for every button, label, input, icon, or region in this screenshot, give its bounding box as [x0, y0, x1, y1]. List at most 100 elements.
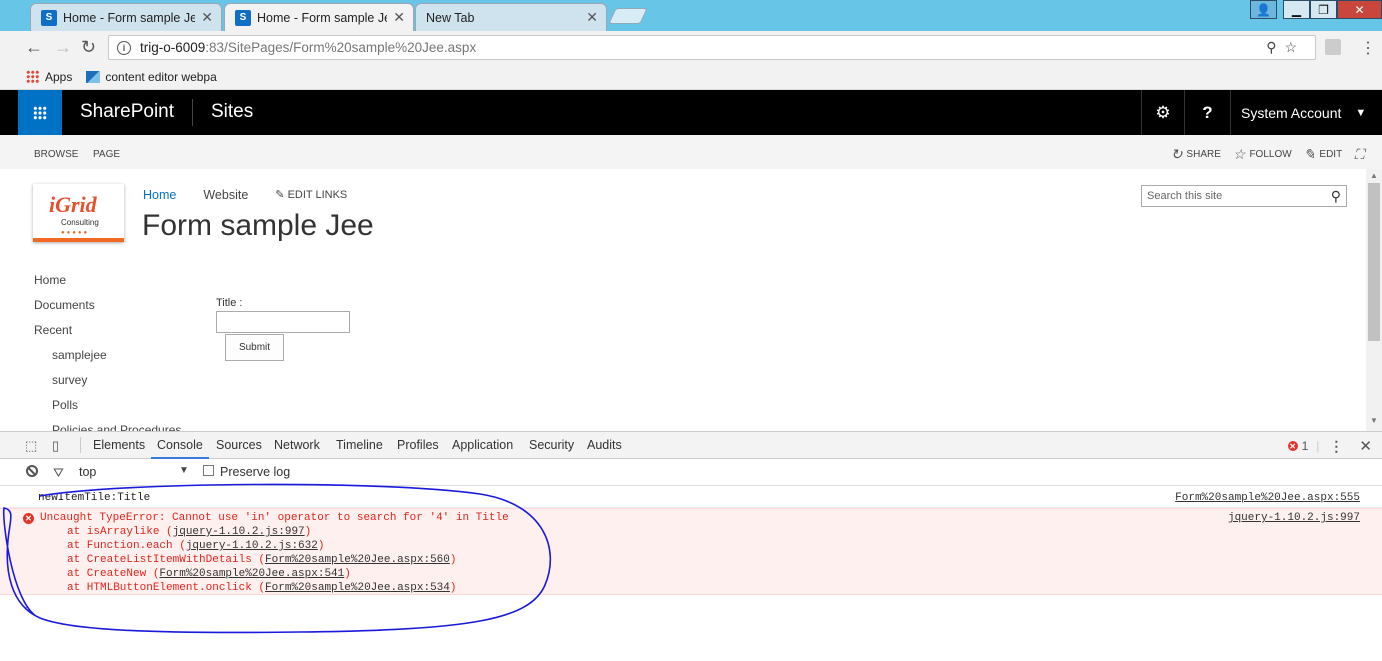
devtools-tab-sources[interactable]: Sources: [216, 438, 262, 452]
extension-icon[interactable]: [1325, 39, 1341, 55]
preserve-log-checkbox[interactable]: [203, 465, 214, 476]
topnav-website[interactable]: Website: [203, 188, 248, 202]
devtools-tab-application[interactable]: Application: [452, 438, 513, 452]
devtools-separator: [80, 437, 81, 453]
device-toolbar-icon[interactable]: ▯: [52, 438, 59, 454]
sites-link[interactable]: Sites: [211, 101, 253, 123]
ribbon-tab-browse[interactable]: BROWSE: [34, 149, 78, 160]
settings-gear-icon[interactable]: ⚙: [1141, 90, 1184, 135]
page-scrollbar[interactable]: ▲ ▼: [1366, 169, 1382, 431]
browser-tab-2-active[interactable]: S Home - Form sample Jee ✕: [224, 3, 414, 31]
minimize-button[interactable]: ▁: [1283, 0, 1310, 19]
browser-tab-1[interactable]: S Home - Form sample Jee ✕: [30, 3, 222, 31]
ql-recent-policies[interactable]: Policies and Procedures: [34, 423, 181, 431]
window-close-button[interactable]: ✕: [1337, 0, 1382, 19]
error-count[interactable]: 1: [1302, 439, 1309, 453]
edit-links-label: EDIT LINKS: [287, 189, 348, 201]
scroll-down-icon[interactable]: ▼: [1370, 416, 1378, 425]
stack-link[interactable]: jquery-1.10.2.js:997: [173, 526, 305, 538]
topnav-home[interactable]: Home: [143, 188, 176, 202]
error-source-link[interactable]: jquery-1.10.2.js:997: [1228, 512, 1360, 524]
bookmark-apps[interactable]: Apps: [26, 70, 72, 84]
apps-grid-icon: [26, 70, 39, 83]
devtools-tab-console[interactable]: Console: [151, 438, 209, 459]
forward-arrow-icon[interactable]: →: [54, 37, 72, 58]
ql-recent-samplejee[interactable]: samplejee: [34, 348, 181, 373]
site-search-input[interactable]: Search this site ⚲: [1141, 185, 1347, 207]
fullscreen-icon: ⛶: [1354, 146, 1364, 162]
clear-console-icon[interactable]: [26, 465, 38, 477]
tab-title: New Tab: [426, 10, 475, 25]
browser-tab-3[interactable]: New Tab ✕: [415, 3, 607, 31]
reload-icon[interactable]: ↻: [81, 37, 96, 58]
stack-frame: at isArraylike (jquery-1.10.2.js:997): [67, 526, 312, 538]
ql-recent[interactable]: Recent: [34, 323, 181, 348]
execution-context-select[interactable]: top: [79, 465, 96, 479]
zoom-star-icons[interactable]: ⚲☆: [1266, 39, 1305, 56]
account-menu[interactable]: System Account ▼: [1230, 90, 1382, 135]
title-input[interactable]: [216, 311, 350, 333]
close-tab-icon[interactable]: ✕: [586, 9, 598, 26]
inspect-element-icon[interactable]: ⬚: [25, 438, 37, 454]
stack-link[interactable]: jquery-1.10.2.js:632: [186, 540, 318, 552]
ql-recent-survey[interactable]: survey: [34, 373, 181, 398]
scrollbar-thumb[interactable]: [1368, 183, 1380, 341]
bookmark-favicon-icon: [86, 70, 101, 83]
bookmarks-bar: Apps content editor webpa: [0, 64, 1382, 90]
log-source-link[interactable]: Form%20sample%20Jee.aspx:555: [1175, 492, 1360, 504]
devtools-tab-security[interactable]: Security: [529, 438, 574, 452]
devtools-panel: ⬚ ▯ Elements Console Sources Network Tim…: [0, 431, 1382, 661]
error-text: Uncaught TypeError: Cannot use 'in' oper…: [40, 512, 509, 524]
devtools-tab-elements[interactable]: Elements: [93, 438, 145, 452]
devtools-right-controls: ✕ 1 | ⋮ ✕: [1287, 437, 1372, 455]
browser-menu-icon[interactable]: ⋮: [1360, 38, 1376, 58]
filter-icon[interactable]: ⛛: [53, 465, 64, 481]
suite-bar: SharePoint Sites ⚙ ? System Account ▼: [0, 90, 1382, 135]
devtools-tab-audits[interactable]: Audits: [587, 438, 622, 452]
site-logo[interactable]: iGrid Consulting ●●●●●: [33, 184, 124, 242]
devtools-menu-icon[interactable]: ⋮: [1329, 438, 1343, 455]
stack-link[interactable]: Form%20sample%20Jee.aspx:541: [159, 568, 344, 580]
edit-button[interactable]: ✎ EDIT: [1304, 146, 1343, 163]
url-path: :83/SitePages/Form%20sample%20Jee.aspx: [205, 40, 477, 55]
share-button[interactable]: ↻ SHARE: [1171, 146, 1221, 163]
back-arrow-icon[interactable]: ←: [25, 37, 43, 58]
page-content: iGrid Consulting ●●●●● Home Website ✎ ED…: [0, 169, 1382, 431]
search-icon[interactable]: ⚲: [1331, 188, 1341, 205]
site-info-icon[interactable]: i: [117, 40, 131, 55]
devtools-tab-profiles[interactable]: Profiles: [397, 438, 439, 452]
chevron-down-icon[interactable]: ▼: [179, 465, 189, 476]
edit-links-button[interactable]: ✎ EDIT LINKS: [275, 188, 347, 202]
bookmark-content-editor[interactable]: content editor webpa: [86, 70, 217, 84]
page-title: Form sample Jee: [142, 209, 374, 242]
devtools-tab-network[interactable]: Network: [274, 438, 320, 452]
help-icon[interactable]: ?: [1184, 90, 1230, 135]
suitebar-divider: [192, 99, 193, 126]
stack-link[interactable]: Form%20sample%20Jee.aspx:534: [265, 582, 450, 594]
submit-button[interactable]: Submit: [225, 334, 284, 361]
focus-content-button[interactable]: ⛶: [1354, 146, 1368, 163]
ql-home[interactable]: Home: [34, 273, 181, 298]
devtools-close-icon[interactable]: ✕: [1359, 437, 1372, 455]
share-icon: ↻: [1170, 146, 1183, 162]
stack-link[interactable]: Form%20sample%20Jee.aspx:560: [265, 554, 450, 566]
suitebar-right: ⚙ ? System Account ▼: [1141, 90, 1382, 135]
app-launcher-button[interactable]: [18, 90, 62, 135]
sharepoint-brand[interactable]: SharePoint: [80, 101, 174, 123]
profile-icon[interactable]: 👤: [1250, 0, 1277, 19]
scroll-up-icon[interactable]: ▲: [1370, 171, 1378, 180]
ql-recent-polls[interactable]: Polls: [34, 398, 181, 423]
new-tab-button[interactable]: [608, 8, 648, 24]
title-field-label: Title :: [216, 297, 243, 309]
ribbon-tab-page[interactable]: PAGE: [93, 149, 120, 160]
close-tab-icon[interactable]: ✕: [393, 9, 405, 26]
window-controls: 👤 ▁ ❐ ✕: [1250, 0, 1382, 19]
close-tab-icon[interactable]: ✕: [201, 9, 213, 26]
ql-documents[interactable]: Documents: [34, 298, 181, 323]
console-prompt-icon[interactable]: ›: [24, 598, 28, 613]
devtools-tab-timeline[interactable]: Timeline: [336, 438, 383, 452]
browser-toolbar: ← → ↻ i trig-o-6009:83/SitePages/Form%20…: [0, 31, 1382, 64]
restore-button[interactable]: ❐: [1310, 0, 1337, 19]
address-bar[interactable]: i trig-o-6009:83/SitePages/Form%20sample…: [108, 35, 1316, 60]
follow-button[interactable]: ☆ FOLLOW: [1233, 146, 1292, 163]
